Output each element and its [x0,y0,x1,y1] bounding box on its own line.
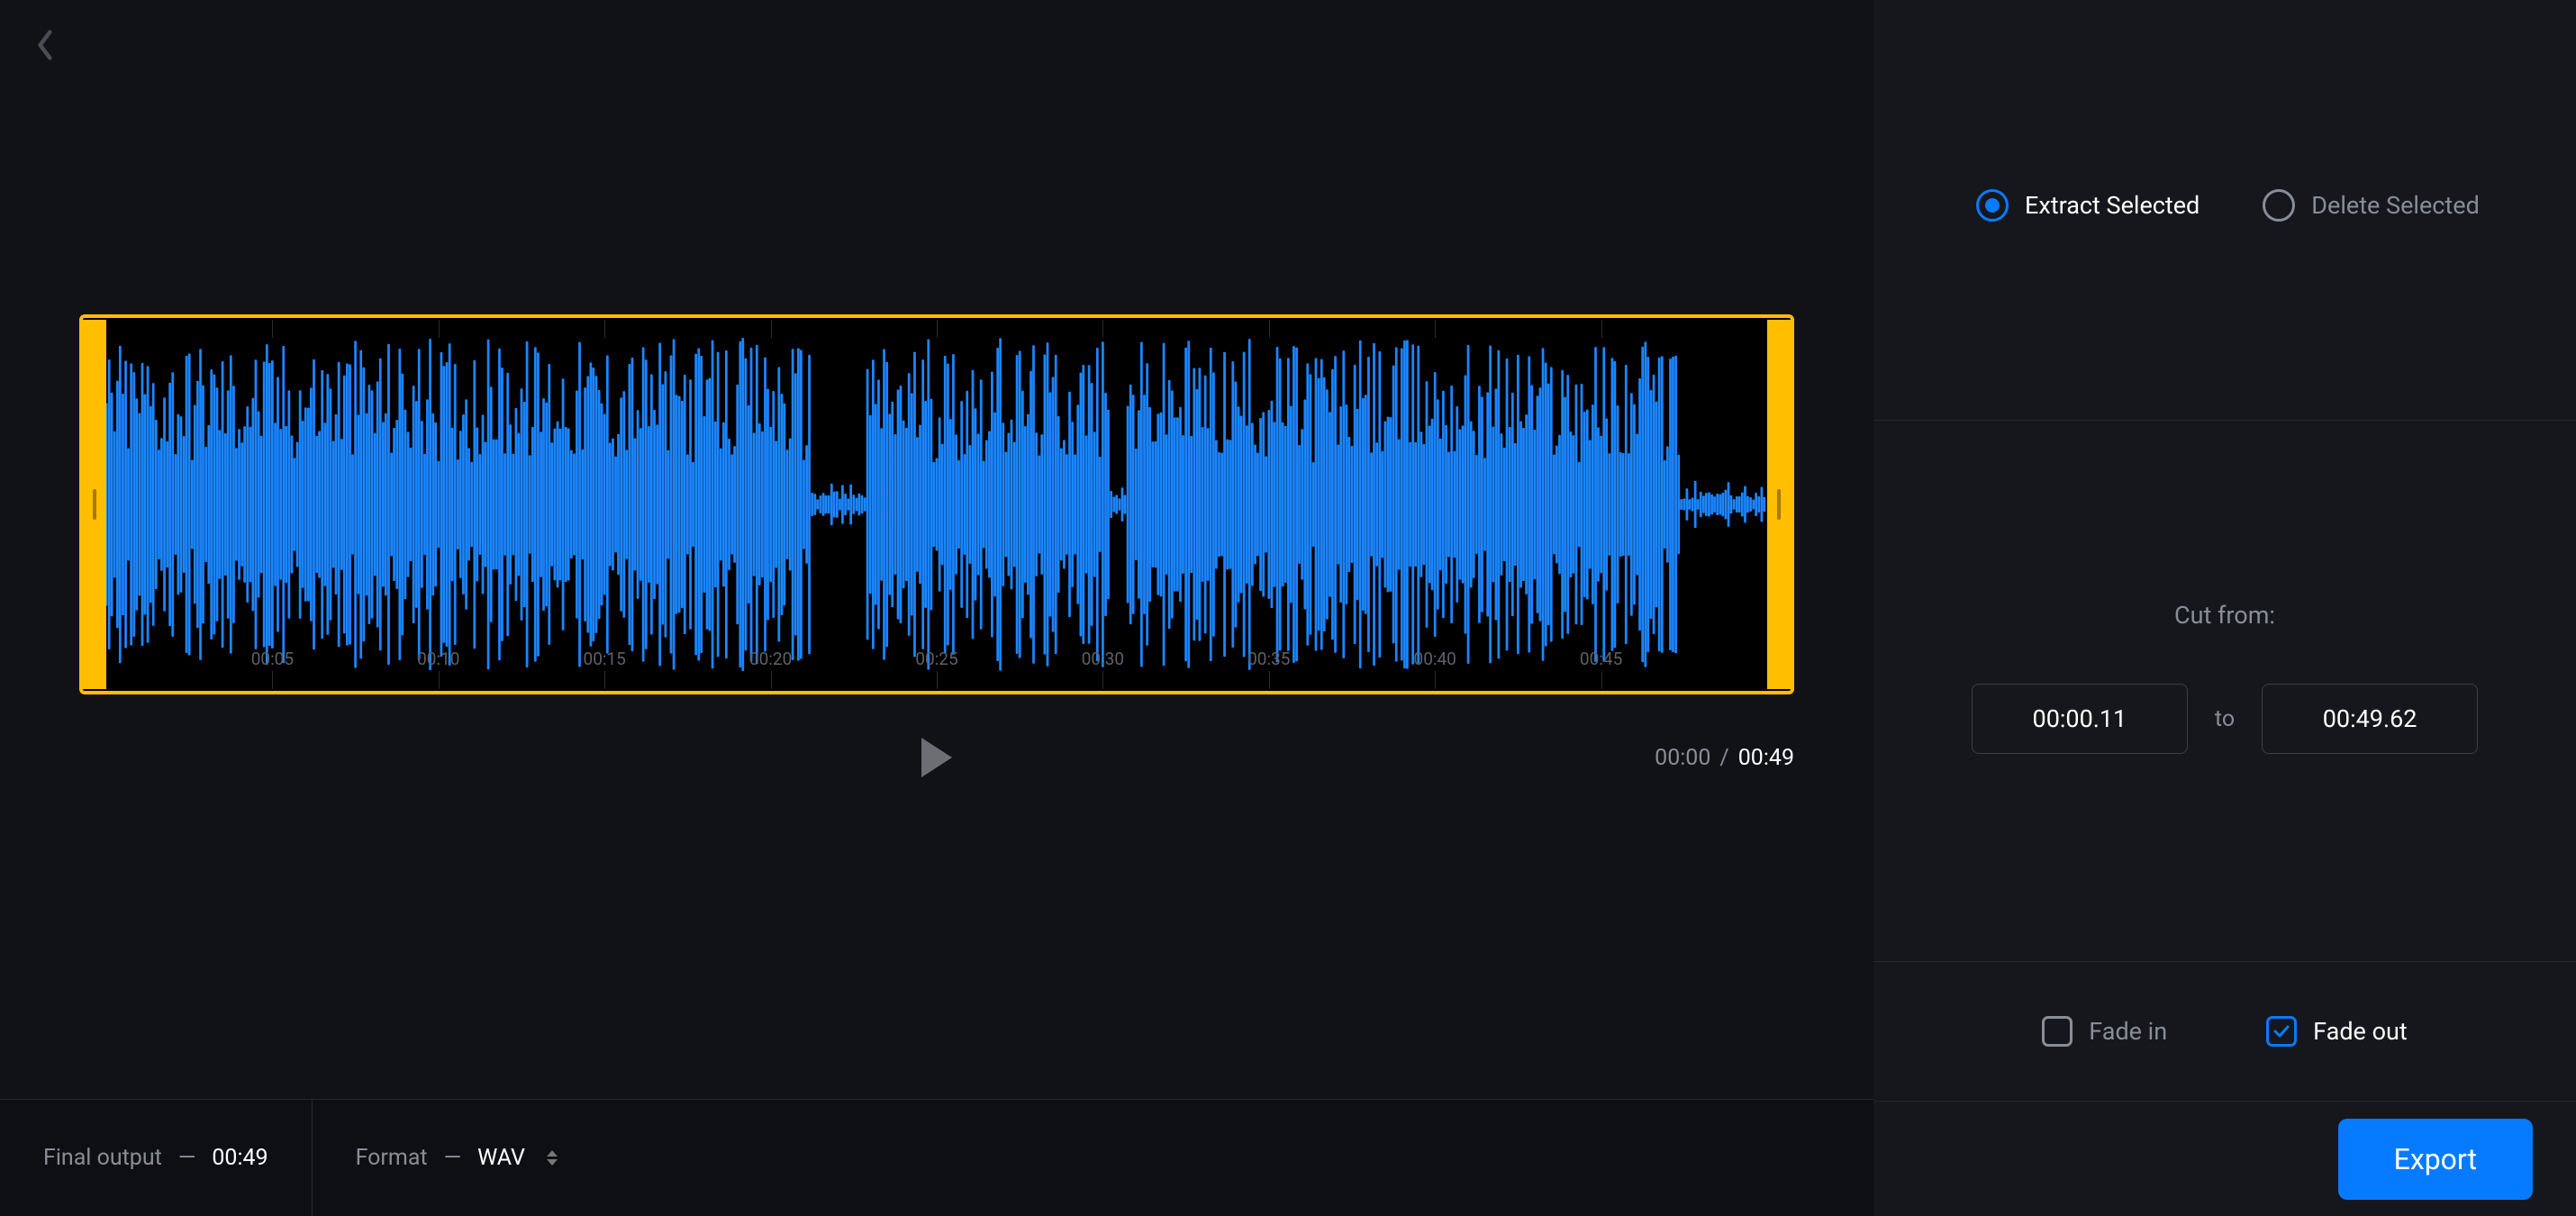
gridline [272,671,273,689]
gridline [439,320,440,338]
footer-format-segment[interactable]: Format — WAV [313,1145,601,1171]
cut-to-label: to [2215,706,2235,732]
mode-section: Extract Selected Delete Selected [1873,0,2576,421]
cut-to-input[interactable]: 00:49.62 [2262,684,2478,754]
time-tick-label: 00:20 [749,649,792,669]
gridline [771,671,772,689]
fade-section: Fade in Fade out [1873,962,2576,1102]
footer-output-label: Final output [43,1145,162,1171]
gridline [1269,320,1270,338]
radio-icon [1976,189,2009,222]
cut-from-label: Cut from: [2174,601,2275,630]
dash: — [444,1145,462,1171]
export-button[interactable]: Export [2338,1119,2533,1200]
gridline [1435,320,1436,338]
waveform-canvas[interactable]: 00:05 00:10 00:15 00:20 00:25 00:30 00:35 00:40… [106,320,1767,689]
gridline [604,671,605,689]
checkbox-fade-in[interactable]: Fade in [2042,1016,2167,1047]
checkbox-icon [2042,1016,2073,1047]
time-tick-label: 00:15 [584,649,626,669]
gridline [1601,671,1602,689]
gridline [1601,320,1602,338]
waveform-selection[interactable]: 00:05 00:10 00:15 00:20 00:25 00:30 00:35 00:40… [79,314,1794,694]
play-button[interactable] [921,738,952,777]
gridline [439,671,440,689]
footer-format-value: WAV [477,1145,525,1171]
gridline [1435,671,1436,689]
main-panel: 00:05 00:10 00:15 00:20 00:25 00:30 00:35 00:40… [0,0,1873,1216]
fade-out-label: Fade out [2313,1017,2408,1046]
radio-delete-selected[interactable]: Delete Selected [2263,189,2480,222]
gridline [1102,671,1103,689]
cut-from-input[interactable]: 00:00.11 [1972,684,2188,754]
time-total: 00:49 [1738,745,1794,771]
footer-bar: Final output — 00:49 Format — WAV [0,1099,1873,1216]
gridline [771,320,772,338]
time-tick-label: 00:35 [1247,649,1290,669]
radio-extract-label: Extract Selected [2025,191,2200,220]
gridline [1102,320,1103,338]
export-section: Export [1873,1102,2576,1216]
footer-output-segment: Final output — 00:49 [0,1100,313,1216]
stepper-icon [547,1150,558,1166]
timeline-area: 00:05 00:10 00:15 00:20 00:25 00:30 00:35 00:40… [0,0,1873,1099]
time-tick-label: 00:25 [915,649,957,669]
time-tick-label: 00:05 [251,649,294,669]
footer-output-value: 00:49 [212,1145,268,1171]
footer-format-label: Format [356,1145,428,1171]
checkbox-fade-out[interactable]: Fade out [2266,1016,2408,1047]
time-tick-label: 00:40 [1414,649,1456,669]
time-tick-label: 00:10 [417,649,459,669]
time-current: 00:00 [1655,745,1710,771]
time-display: 00:00 / 00:49 [1655,745,1794,771]
radio-delete-label: Delete Selected [2311,191,2480,220]
radio-icon [2263,189,2295,222]
gridline [1269,671,1270,689]
waveform-svg [106,320,1767,689]
time-separator: / [1719,745,1728,771]
chevron-left-icon [35,29,55,61]
fade-in-label: Fade in [2089,1017,2167,1046]
gridline [937,320,938,338]
time-tick-label: 00:45 [1580,649,1622,669]
time-tick-label: 00:30 [1082,649,1124,669]
gridline [937,671,938,689]
selection-handle-right[interactable] [1767,320,1791,689]
transport-bar: 00:00 / 00:49 [79,731,1794,785]
check-icon [2273,1025,2290,1038]
sidebar-panel: Extract Selected Delete Selected Cut fro… [1873,0,2576,1216]
dash: — [178,1145,196,1171]
back-button[interactable] [25,25,65,65]
gridline [604,320,605,338]
app-root: 00:05 00:10 00:15 00:20 00:25 00:30 00:35 00:40… [0,0,2576,1216]
cut-section: Cut from: 00:00.11 to 00:49.62 [1873,421,2576,962]
gridline [272,320,273,338]
radio-extract-selected[interactable]: Extract Selected [1976,189,2200,222]
checkbox-icon [2266,1016,2297,1047]
selection-handle-left[interactable] [83,320,106,689]
